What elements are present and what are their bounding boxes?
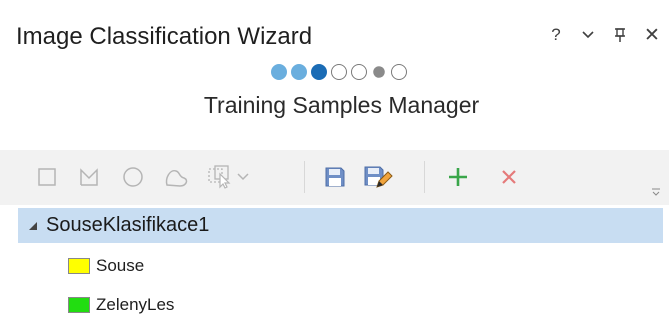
wizard-step-dot[interactable] [372,66,385,78]
save-button[interactable] [322,164,348,190]
wizard-step-dot[interactable] [390,64,407,80]
toolbar-overflow-button[interactable] [651,184,661,196]
select-tool-dropdown[interactable] [206,164,250,190]
wizard-step-indicator [0,60,669,84]
rectangle-icon [38,168,56,186]
class-item[interactable]: Souse [68,252,144,280]
add-class-button[interactable] [446,164,470,190]
wizard-header: Image Classification Wizard ? ✕ Training… [0,0,669,150]
remove-class-button[interactable] [498,164,520,190]
plus-icon [449,168,467,186]
classification-schema-tree: SouseKlasifikace1 Souse ZelenyLes [18,205,669,322]
polygon-icon [80,168,98,186]
save-as-button[interactable] [362,164,394,190]
chevron-down-icon [237,173,249,181]
circle-icon [123,167,143,187]
class-item[interactable]: ZelenyLes [68,291,174,319]
help-icon: ? [551,25,561,44]
schema-group-row[interactable]: SouseKlasifikace1 [18,208,663,243]
training-samples-toolbar [0,150,669,205]
freehand-icon [165,169,188,187]
options-menu-button[interactable] [579,23,597,47]
select-icon [208,165,231,189]
toolbar-separator [304,161,305,193]
x-icon [502,170,516,184]
window-controls: ? ✕ [547,22,661,48]
collapse-triangle-icon [29,221,37,230]
save-as-icon [364,166,393,188]
close-icon: ✕ [644,24,660,46]
save-icon [325,167,345,187]
pin-icon [615,28,625,42]
polygon-tool-button[interactable] [78,164,100,190]
wizard-page-title: Training Samples Manager [203,92,480,118]
class-label: ZelenyLes [96,295,175,314]
expand-collapse-toggle[interactable] [26,219,40,233]
pin-button[interactable] [611,23,629,47]
wizard-step-dot[interactable] [290,64,307,80]
freehand-tool-button[interactable] [164,164,190,190]
close-button[interactable]: ✕ [643,23,661,47]
class-label: Souse [96,256,145,275]
class-color-swatch[interactable] [68,258,90,274]
overflow-icon [652,188,660,196]
circle-tool-button[interactable] [122,164,144,190]
schema-group-label: SouseKlasifikace1 [46,214,210,236]
wizard-step-dot[interactable] [330,64,347,80]
chevron-down-icon [582,31,594,39]
wizard-step-dot[interactable] [310,64,327,80]
window-title: Image Classification Wizard [16,23,313,50]
class-color-swatch[interactable] [68,297,90,313]
wizard-step-dot[interactable] [270,64,287,80]
rectangle-tool-button[interactable] [36,164,58,190]
help-button[interactable]: ? [547,23,565,47]
wizard-step-dot[interactable] [350,64,367,80]
toolbar-separator [424,161,425,193]
